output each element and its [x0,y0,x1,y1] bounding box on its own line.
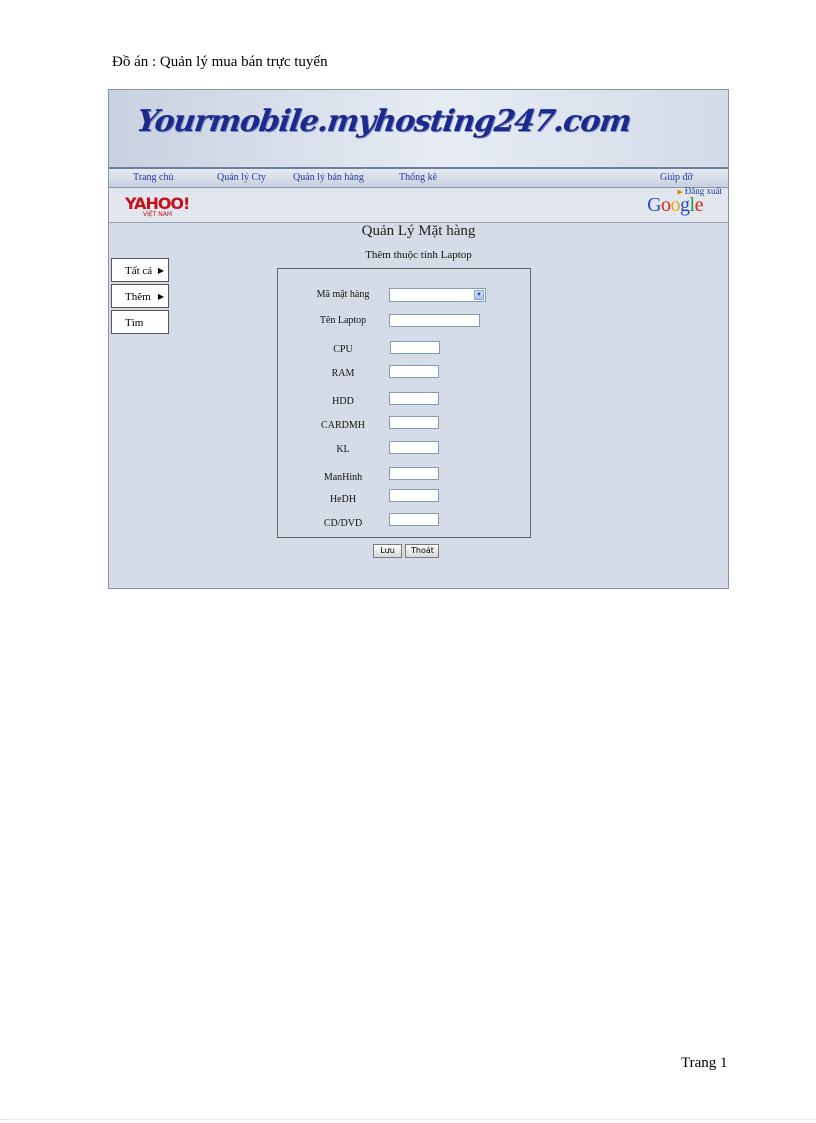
laptop-name-label: Tên Laptop [319,315,367,326]
os-input[interactable] [389,489,439,502]
site-banner: Yourmobile.myhosting247.com [109,90,728,169]
hdd-input[interactable] [389,392,439,405]
exit-button[interactable]: Thoát [405,544,439,558]
yahoo-sub: VIỆT NAM [143,211,173,218]
ram-input[interactable] [389,365,439,378]
graphics-input[interactable] [389,416,439,429]
google-letter: G [647,194,662,216]
side-search-label: Tìm [125,317,144,329]
nav-home[interactable]: Trang chủ [133,172,173,183]
laptop-name-input[interactable] [389,314,480,327]
weight-input[interactable] [389,441,439,454]
cpu-label: CPU [333,344,353,355]
cpu-input[interactable] [390,341,440,354]
graphics-label: CARDMH [321,420,365,431]
nav-help[interactable]: Giúp đỡ [660,172,693,183]
screen-input[interactable] [389,467,439,480]
side-search-button[interactable]: Tìm [111,310,169,334]
ram-label: RAM [331,368,355,379]
weight-label: KL [336,444,350,455]
optical-label: CD/DVD [323,518,363,529]
document-header: Đồ án : Quản lý mua bán trực tuyến [112,54,328,70]
google-letter: o [661,194,671,216]
screen-label: ManHinh [323,472,363,483]
os-label: HeDH [329,494,357,505]
nav-company[interactable]: Quản lý Cty [217,172,266,183]
hdd-label: HDD [332,396,354,407]
google-logo[interactable]: Google [647,194,703,217]
side-add-button[interactable]: Thêm ▶ [111,284,169,308]
side-add-label: Thêm [125,291,151,303]
optical-input[interactable] [389,513,439,526]
triangle-right-icon: ▶ [157,292,164,301]
banner-title: Yourmobile.myhosting247.com [134,104,633,139]
side-menu: Tất cả ▶ Thêm ▶ Tìm [111,258,169,336]
item-code-select[interactable]: ▼ [389,288,486,302]
google-letter: e [694,194,704,216]
triangle-right-icon: ▶ [157,266,164,275]
chevron-down-icon[interactable]: ▼ [474,290,484,300]
page-title: Quản Lý Mặt hàng [361,223,476,239]
website-screenshot: Yourmobile.myhosting247.com Trang chủ Qu… [108,89,729,589]
nav-stats[interactable]: Thống kê [399,172,437,183]
page-subtitle: Thêm thuộc tính Laptop [365,249,472,261]
item-code-label: Mã mặt hàng [316,289,370,300]
google-letter: o [670,194,681,216]
save-button[interactable]: Lưu [373,544,402,558]
page-bottom-rule [0,1119,816,1120]
top-nav: Trang chủ Quản lý Cty Quản lý bán hàng T… [109,169,728,188]
side-all-label: Tất cả [125,265,153,277]
side-all-button[interactable]: Tất cả ▶ [111,258,169,282]
logo-bar: YAHOO! VIỆT NAM ▶ Đăng xuất Google [109,186,728,223]
page-number: Trang 1 [681,1055,728,1071]
google-letter: g [680,194,690,216]
nav-sales[interactable]: Quản lý bán hàng [293,172,364,183]
